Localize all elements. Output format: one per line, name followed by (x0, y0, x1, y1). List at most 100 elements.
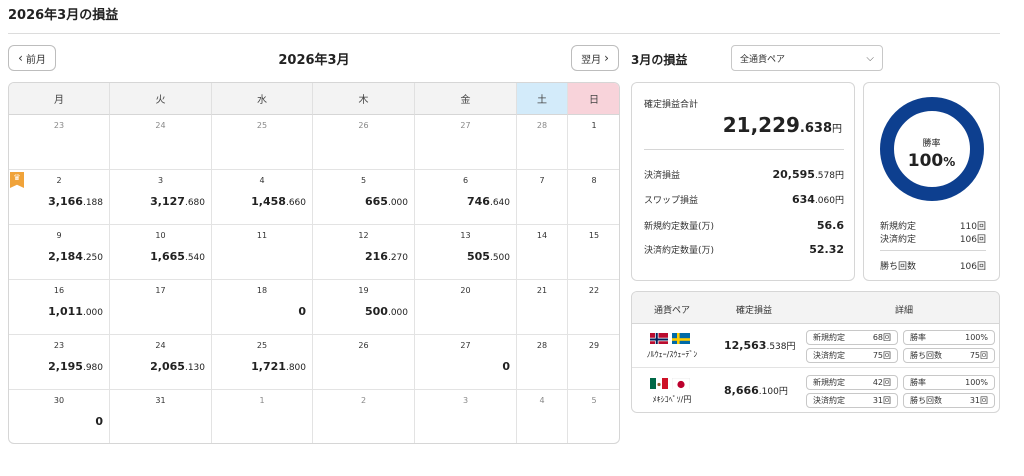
total-profit-value: 21,229.638円 (723, 113, 842, 137)
day-profit-dec: .680 (184, 198, 205, 208)
summary-row-label: 決済約定数量(万) (644, 246, 715, 256)
pair-profit: 8,666.100円 (724, 384, 788, 397)
summary-row-int: 52.32 (809, 243, 844, 256)
day-profit-int: 3,166 (48, 195, 83, 208)
page-title: 2026年3月の損益 (8, 8, 119, 23)
calendar-day-cell[interactable]: 9 2,184.250 (9, 225, 110, 280)
calendar-day-cell[interactable]: 27 (415, 115, 517, 170)
calendar-day-cell[interactable]: 26 (313, 335, 415, 390)
summary-divider (644, 149, 844, 150)
calendar-day-cell[interactable]: 20 (415, 280, 517, 335)
day-number: 10 (155, 231, 166, 240)
calendar-day-cell[interactable]: 26 (313, 115, 415, 170)
calendar-day-cell[interactable]: 1 (212, 390, 313, 443)
calendar-day-cell[interactable]: 28 (517, 335, 568, 390)
calendar-day-cell[interactable]: 17 (110, 280, 212, 335)
calendar-day-cell[interactable]: 5 (568, 390, 619, 443)
pair-table-row[interactable]: ﾉﾙｳｪｰ/ｽｳｪｰﾃﾞﾝ 12,563.538円 新規約定 68回 勝率 100% 決済約… (632, 324, 999, 368)
currency-pair-select[interactable]: 全通貨ペア ⌵ (731, 45, 883, 71)
pair-detail-box: 新規約定 68回 (806, 330, 898, 345)
day-number: 19 (358, 286, 369, 295)
day-number: 4 (259, 176, 265, 185)
calendar-day-cell[interactable]: 30 0 (9, 390, 110, 443)
pair-name: ﾒｷｼｺﾍﾟｿ/円 (652, 395, 692, 404)
calendar-day-cell[interactable]: 1 (568, 115, 619, 170)
calendar-day-cell[interactable]: 5 665.000 (313, 170, 415, 225)
calendar-day-cell[interactable]: 21 (517, 280, 568, 335)
pair-detail-box: 勝ち回数 75回 (903, 348, 995, 363)
calendar-day-cell[interactable]: 6 746.640 (415, 170, 517, 225)
summary-row: 決済損益 20,595.578円 (644, 168, 844, 181)
calendar-day-cell[interactable]: 11 (212, 225, 313, 280)
sweden-flag-icon (672, 331, 690, 344)
day-number: 13 (460, 231, 471, 240)
win-stat-row: 新規約定 110回 (880, 219, 986, 232)
day-profit: 746.640 (467, 195, 510, 208)
day-profit: 2,195.980 (48, 360, 103, 373)
day-number: 30 (53, 396, 65, 405)
calendar-day-cell[interactable]: 31 (110, 390, 212, 443)
day-number: 26 (358, 121, 369, 130)
calendar-day-cell[interactable]: 15 (568, 225, 619, 280)
calendar-day-cell[interactable]: 4 1,458.660 (212, 170, 313, 225)
header-pair: 通貨ペア (654, 306, 691, 316)
calendar-day-cell[interactable]: 14 (517, 225, 568, 280)
day-number: 3 (462, 396, 469, 405)
total-profit-label: 確定損益合計 (644, 100, 699, 110)
calendar-day-cell[interactable]: 7 (517, 170, 568, 225)
next-month-button[interactable]: 翌月 › (571, 45, 619, 71)
calendar-day-cell[interactable]: 24 (110, 115, 212, 170)
calendar-day-cell[interactable]: 19 500.000 (313, 280, 415, 335)
pair-profit-unit: 円 (786, 342, 796, 352)
day-profit: 216.270 (365, 250, 408, 263)
calendar-day-cell[interactable]: 23 2,195.980 (9, 335, 110, 390)
calendar-day-cell[interactable]: 16 1,011.000 (9, 280, 110, 335)
calendar-day-cell[interactable]: 12 216.270 (313, 225, 415, 280)
day-profit: 2,065.130 (150, 360, 205, 373)
summary-row-value: 52.32 (809, 243, 844, 256)
pair-table-header: 通貨ペア 確定損益 詳細 (632, 292, 999, 324)
calendar-day-cell[interactable]: 18 0 (212, 280, 313, 335)
calendar-day-cell[interactable]: 22 (568, 280, 619, 335)
pair-detail-value: 42回 (872, 378, 891, 387)
summary-row-int: 20,595 (772, 168, 815, 181)
day-number: 29 (588, 341, 600, 350)
pair-detail-label: 新規約定 (813, 378, 845, 387)
pair-table-row[interactable]: ﾒｷｼｺﾍﾟｿ/円 8,666.100円 新規約定 42回 勝率 100% 決済約定 31回勝… (632, 369, 999, 412)
calendar-day-cell[interactable]: 23 (9, 115, 110, 170)
summary-row-unit: 円 (834, 171, 844, 181)
day-number: 17 (155, 286, 166, 295)
profit-summary-card: 確定損益合計 21,229.638円 決済損益 20,595.578円 スワップ損益… (631, 82, 855, 281)
day-profit-dec: .980 (82, 363, 103, 373)
calendar-day-cell[interactable]: 2 (313, 390, 415, 443)
summary-row-value: 20,595.578円 (772, 168, 844, 181)
prev-month-button[interactable]: ‹ 前月 (8, 45, 56, 71)
calendar-day-cell[interactable]: 10 1,665.540 (110, 225, 212, 280)
calendar-day-cell[interactable]: 4 (517, 390, 568, 443)
calendar-day-cell[interactable]: 25 (212, 115, 313, 170)
summary-row: 決済約定数量(万) 52.32 (644, 243, 844, 256)
calendar-day-cell[interactable]: 3 3,127.680 (110, 170, 212, 225)
day-profit-int: 1,458 (251, 195, 286, 208)
calendar-day-cell[interactable]: 24 2,065.130 (110, 335, 212, 390)
day-profit-int: 505 (466, 250, 490, 263)
pair-detail-label: 勝率 (910, 333, 926, 342)
day-number: 2 (360, 396, 367, 405)
calendar-day-cell[interactable]: 27 0 (415, 335, 517, 390)
calendar-day-cell[interactable]: 2 3,166.188 (9, 170, 110, 225)
title-divider (8, 33, 1000, 34)
calendar-day-cell[interactable]: 13 505.500 (415, 225, 517, 280)
pair-detail-label: 決済約定 (813, 351, 845, 360)
calendar-day-cell[interactable]: 8 (568, 170, 619, 225)
currency-pair-select-value: 全通貨ペア (740, 54, 786, 65)
pair-detail-value: 75回 (969, 351, 988, 360)
calendar-day-cell[interactable]: 25 1,721.800 (212, 335, 313, 390)
day-profit-int: 3,127 (150, 195, 185, 208)
day-number: 15 (588, 231, 600, 240)
day-profit: 1,665.540 (150, 250, 205, 263)
pair-detail-value: 100% (965, 378, 988, 387)
win-rate-number: 100 (907, 151, 944, 171)
calendar-day-cell[interactable]: 29 (568, 335, 619, 390)
calendar-day-cell[interactable]: 3 (415, 390, 517, 443)
calendar-day-cell[interactable]: 28 (517, 115, 568, 170)
